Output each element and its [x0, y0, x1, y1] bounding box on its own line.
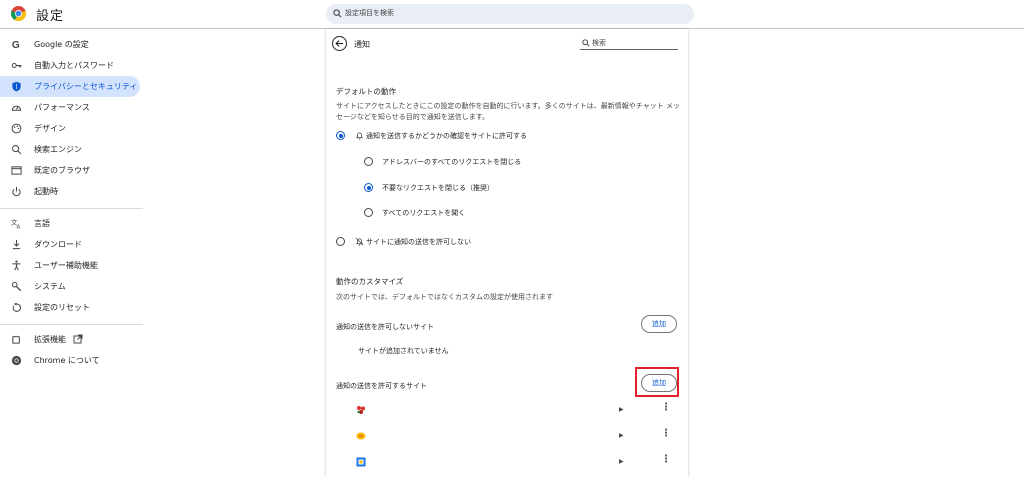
- option-collapse-unwanted-requests: 不要なリクエストを閉じる（推奨）: [382, 184, 494, 192]
- sidebar-item-languages[interactable]: 文A 言語: [0, 213, 140, 234]
- notifications-panel: 通知 検索 デフォルトの動作 サイトにアクセスしたときにこの設定の動作を自動的に…: [326, 29, 688, 477]
- speedometer-icon: [11, 105, 22, 111]
- browser-window-icon: [11, 166, 22, 175]
- sidebar-item-label: ユーザー補助機能: [34, 261, 98, 270]
- arrow-back-icon: [335, 40, 344, 47]
- sidebar-item-default-browser[interactable]: 既定のブラウザ: [0, 160, 140, 181]
- add-blocked-site-button[interactable]: 追加: [641, 315, 677, 333]
- chrome-logo-icon: [11, 6, 26, 21]
- sidebar-item-on-startup[interactable]: 起動時: [0, 181, 140, 202]
- chevron-right-icon: ▶: [619, 432, 624, 439]
- power-icon: [12, 186, 21, 197]
- radio-collapse-unwanted-requests[interactable]: [364, 183, 373, 192]
- allowed-site-row[interactable]: ▶ ⋮: [326, 397, 688, 423]
- option-block-notifications: サイトに通知の送信を許可しない: [366, 238, 471, 246]
- more-vert-icon[interactable]: ⋮: [661, 429, 671, 439]
- sidebar-item-label: ダウンロード: [34, 240, 82, 249]
- radio-block-notifications[interactable]: [336, 237, 345, 246]
- puzzle-icon: [12, 335, 21, 344]
- notifications-search-input[interactable]: 検索: [580, 38, 678, 50]
- google-icon: G: [12, 40, 20, 50]
- option-expand-all-requests: すべてのリクエストを聞く: [382, 209, 466, 217]
- sidebar-item-performance[interactable]: パフォーマンス: [0, 97, 140, 118]
- allowed-site-row[interactable]: ▶ ⋮: [326, 449, 688, 475]
- custom-behavior-heading: 動作のカスタマイズ: [336, 277, 404, 286]
- sidebar-item-extensions[interactable]: 拡張機能: [0, 329, 140, 350]
- back-button[interactable]: [332, 36, 347, 51]
- key-icon: [11, 62, 22, 69]
- radio-collapse-all-requests[interactable]: [364, 157, 373, 166]
- sidebar-divider: [0, 324, 143, 325]
- sidebar-item-about-chrome[interactable]: Chrome について: [0, 350, 140, 371]
- svg-text:A: A: [17, 225, 21, 229]
- sidebar-item-label: 自動入力とパスワード: [34, 61, 114, 70]
- download-icon: [12, 239, 21, 250]
- accessibility-icon: [12, 260, 21, 271]
- sidebar-item-appearance[interactable]: デザイン: [0, 118, 140, 139]
- sidebar-item-privacy[interactable]: プライバシーとセキュリティ: [0, 76, 140, 97]
- sidebar-item-label: 設定のリセット: [34, 303, 90, 312]
- chevron-right-icon: ▶: [619, 406, 624, 413]
- search-placeholder: 設定項目を検索: [345, 9, 394, 17]
- palette-icon: [11, 123, 22, 134]
- wrench-icon: [11, 281, 22, 292]
- blocked-sites-empty-message: サイトが追加されていません: [358, 347, 449, 355]
- page-title: 通知: [354, 40, 370, 49]
- sidebar-divider: [0, 208, 143, 209]
- sidebar-item-label: 検索エンジン: [34, 145, 82, 154]
- translate-icon: 文A: [11, 218, 21, 229]
- default-behavior-heading: デフォルトの動作: [336, 87, 396, 96]
- sidebar-item-search-engine[interactable]: 検索エンジン: [0, 139, 140, 160]
- blue-calendar-favicon: [356, 457, 366, 467]
- sidebar-item-label: デザイン: [34, 124, 66, 133]
- reset-icon: [12, 302, 21, 312]
- search-icon: [12, 145, 22, 155]
- radio-expand-all-requests[interactable]: [364, 208, 373, 217]
- sidebar-item-label: 既定のブラウザ: [34, 166, 90, 175]
- sidebar: G Google の設定 自動入力とパスワード プライバシーとセキュリティ パフ…: [0, 29, 145, 477]
- chevron-right-icon: ▶: [619, 458, 624, 465]
- sidebar-item-label: 起動時: [34, 187, 58, 196]
- highlight-annotation: [635, 367, 679, 397]
- red-flower-favicon: [357, 406, 365, 414]
- blocked-sites-label: 通知の送信を許可しないサイト: [336, 323, 434, 331]
- search-placeholder: 検索: [592, 39, 606, 47]
- external-link-icon: [73, 334, 83, 344]
- default-behavior-description: サイトにアクセスしたときにこの設定の動作を自動的に行います。多くのサイトは、最新…: [336, 102, 680, 121]
- allowed-site-row[interactable]: ▶ ⋮: [326, 423, 688, 449]
- app-title: 設定: [36, 9, 65, 24]
- shield-icon: [12, 81, 21, 92]
- option-collapse-all-requests: アドレスバーのすべてのリクエストを閉じる: [382, 158, 522, 166]
- sidebar-item-reset[interactable]: 設定のリセット: [0, 297, 140, 318]
- sidebar-item-system[interactable]: システム: [0, 276, 140, 297]
- radio-ask-to-send[interactable]: [336, 131, 345, 140]
- svg-text:G: G: [12, 40, 20, 50]
- bell-off-icon: [355, 237, 364, 246]
- bell-icon: [355, 132, 364, 140]
- sidebar-item-autofill[interactable]: 自動入力とパスワード: [0, 55, 140, 76]
- sidebar-item-label: 拡張機能: [34, 335, 66, 344]
- chrome-icon: [11, 355, 22, 366]
- allowed-sites-label: 通知の送信を許可するサイト: [336, 382, 427, 390]
- sidebar-item-downloads[interactable]: ダウンロード: [0, 234, 140, 255]
- search-icon: [333, 9, 342, 18]
- settings-search-input[interactable]: 設定項目を検索: [326, 4, 694, 24]
- option-ask-to-send: 通知を送信するかどうかの確認をサイトに許可する: [366, 132, 527, 140]
- sidebar-item-accessibility[interactable]: ユーザー補助機能: [0, 255, 140, 276]
- sidebar-item-label: Chrome について: [34, 356, 100, 365]
- sidebar-item-google[interactable]: G Google の設定: [0, 34, 140, 55]
- sidebar-item-label: Google の設定: [34, 40, 89, 49]
- more-vert-icon[interactable]: ⋮: [661, 455, 671, 465]
- sidebar-item-label: 言語: [34, 219, 50, 228]
- sidebar-item-label: システム: [34, 282, 66, 291]
- search-icon: [582, 39, 590, 47]
- sidebar-item-label: パフォーマンス: [34, 103, 90, 112]
- more-vert-icon[interactable]: ⋮: [661, 403, 671, 413]
- yellow-chat-favicon: [356, 432, 366, 440]
- sidebar-item-label: プライバシーとセキュリティ: [34, 82, 138, 91]
- app-header: 設定 設定項目を検索: [0, 0, 1024, 29]
- custom-behavior-description: 次のサイトでは、デフォルトではなくカスタムの設定が使用されます: [336, 293, 553, 301]
